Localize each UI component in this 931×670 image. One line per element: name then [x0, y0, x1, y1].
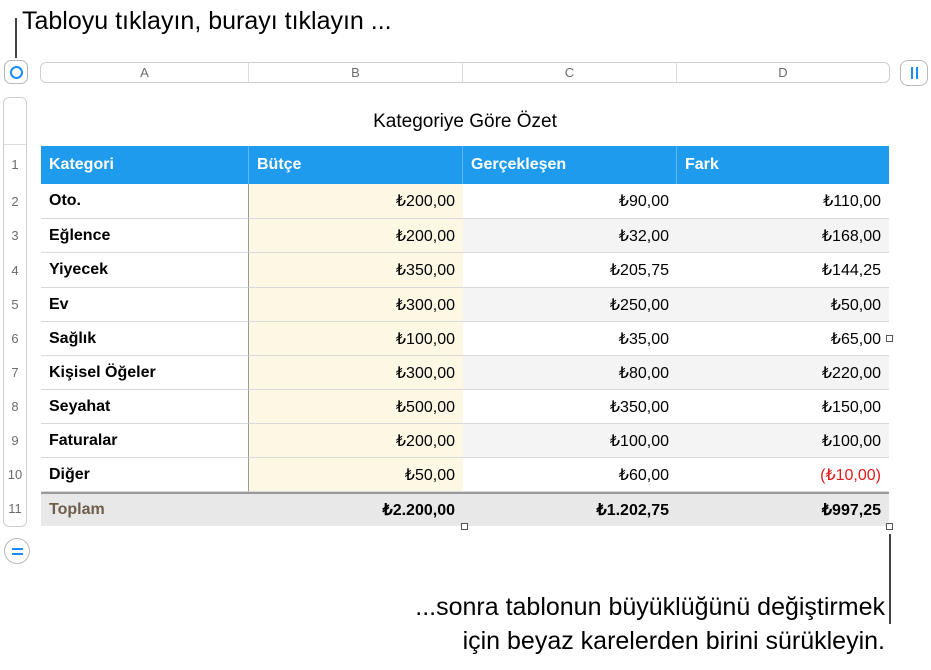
table-cell-actual[interactable]: ₺35,00 — [463, 322, 677, 356]
table-cell-budget[interactable]: ₺200,00 — [249, 219, 463, 253]
table-cell-actual[interactable]: ₺100,00 — [463, 424, 677, 458]
add-row-handle[interactable] — [4, 538, 30, 564]
table-cell-actual[interactable]: ₺80,00 — [463, 356, 677, 390]
table-cell-category[interactable]: Seyahat — [41, 390, 249, 424]
table-cell-difference[interactable]: ₺100,00 — [677, 424, 889, 458]
table-cell-difference[interactable]: ₺150,00 — [677, 390, 889, 424]
table-cell-category[interactable]: Sağlık — [41, 322, 249, 356]
table-cell-budget[interactable]: ₺350,00 — [249, 253, 463, 288]
table-cell-category[interactable]: Faturalar — [41, 424, 249, 458]
table-cell-budget[interactable]: ₺500,00 — [249, 390, 463, 424]
header-cell-kategori[interactable]: Kategori — [41, 146, 249, 184]
table-cell-actual[interactable]: ₺60,00 — [463, 458, 677, 492]
row-header-11[interactable]: 11 — [3, 492, 27, 526]
table-cell-category[interactable]: Eğlence — [41, 219, 249, 253]
row-separator — [4, 144, 26, 145]
footer-cell-label[interactable]: Toplam — [41, 492, 249, 526]
table-cell-difference[interactable]: ₺144,25 — [677, 253, 889, 288]
add-column-handle[interactable] — [900, 60, 928, 86]
row-header-10[interactable]: 10 — [3, 458, 27, 492]
table-cell-budget[interactable]: ₺100,00 — [249, 322, 463, 356]
table-cell-budget[interactable]: ₺300,00 — [249, 356, 463, 390]
column-header-a[interactable]: A — [41, 63, 249, 82]
table-cell-category[interactable]: Diğer — [41, 458, 249, 492]
column-handle-icon — [915, 67, 918, 79]
row-header-8[interactable]: 8 — [3, 390, 27, 424]
row-header-4[interactable]: 4 — [3, 253, 27, 288]
header-cell-butce[interactable]: Bütçe — [249, 146, 463, 184]
table-cell-actual[interactable]: ₺205,75 — [463, 253, 677, 288]
table-cell-difference[interactable]: ₺110,00 — [677, 184, 889, 219]
table-cell-actual[interactable]: ₺32,00 — [463, 219, 677, 253]
column-header-d[interactable]: D — [677, 63, 889, 82]
row-header-5[interactable]: 5 — [3, 288, 27, 322]
table-cell-difference[interactable]: ₺50,00 — [677, 288, 889, 322]
table-cell-actual[interactable]: ₺250,00 — [463, 288, 677, 322]
row-header-9[interactable]: 9 — [3, 424, 27, 458]
callout-bottom-leader — [889, 534, 891, 624]
table-cell-actual[interactable]: ₺350,00 — [463, 390, 677, 424]
resize-handle-corner[interactable] — [886, 523, 893, 530]
callout-top-leader — [15, 18, 17, 58]
resize-handle-bottom[interactable] — [461, 523, 468, 530]
footer-cell-actual-total[interactable]: ₺1.202,75 — [463, 492, 677, 526]
table-cell-difference[interactable]: ₺220,00 — [677, 356, 889, 390]
table-cell-actual[interactable]: ₺90,00 — [463, 184, 677, 219]
callout-bottom-line2: için beyaz karelerden birini sürükleyin. — [462, 627, 885, 655]
table-cell-difference[interactable]: (₺10,00) — [677, 458, 889, 492]
row-header-3[interactable]: 3 — [3, 219, 27, 253]
row-header-2[interactable]: 2 — [3, 184, 27, 219]
table-select-button[interactable] — [4, 60, 28, 84]
table-cell-category[interactable]: Yiyecek — [41, 253, 249, 288]
column-header-bar[interactable]: A B C D — [40, 62, 890, 83]
row-header-7[interactable]: 7 — [3, 356, 27, 390]
callout-top: Tabloyu tıklayın, burayı tıklayın ... — [22, 7, 392, 35]
row-header-1[interactable]: 1 — [3, 146, 27, 184]
row-header-6[interactable]: 6 — [3, 322, 27, 356]
table-cell-category[interactable]: Oto. — [41, 184, 249, 219]
footer-cell-diff-total[interactable]: ₺997,25 — [677, 492, 889, 526]
table-title[interactable]: Kategoriye Göre Özet — [40, 108, 890, 136]
table-cell-category[interactable]: Ev — [41, 288, 249, 322]
table-cell-budget[interactable]: ₺50,00 — [249, 458, 463, 492]
table-cell-difference[interactable]: ₺168,00 — [677, 219, 889, 253]
row-handle-icon — [11, 547, 23, 550]
column-handle-icon — [910, 67, 913, 79]
resize-handle-right[interactable] — [886, 335, 893, 342]
circle-select-icon — [9, 65, 23, 79]
footer-cell-budget-total[interactable]: ₺2.200,00 — [249, 492, 463, 526]
callout-bottom: ...sonra tablonun büyüklüğünü değiştirme… — [415, 590, 885, 658]
table-cell-budget[interactable]: ₺200,00 — [249, 184, 463, 219]
table-cell-budget[interactable]: ₺300,00 — [249, 288, 463, 322]
callout-bottom-line1: ...sonra tablonun büyüklüğünü değiştirme… — [415, 593, 885, 621]
header-cell-gerceklesen[interactable]: Gerçekleşen — [463, 146, 677, 184]
header-cell-fark[interactable]: Fark — [677, 146, 889, 184]
column-header-b[interactable]: B — [249, 63, 463, 82]
row-handle-icon — [11, 552, 23, 555]
table-cell-difference[interactable]: ₺65,00 — [677, 322, 889, 356]
column-header-c[interactable]: C — [463, 63, 677, 82]
table-cell-budget[interactable]: ₺200,00 — [249, 424, 463, 458]
table-cell-category[interactable]: Kişisel Öğeler — [41, 356, 249, 390]
